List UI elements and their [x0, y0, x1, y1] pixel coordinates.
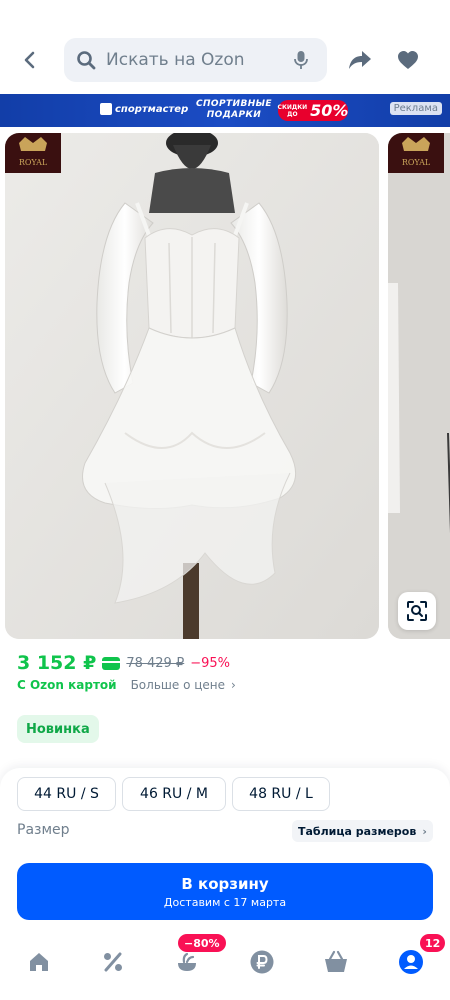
- search-input[interactable]: [106, 50, 286, 70]
- size-label: Размер: [17, 822, 70, 838]
- add-to-cart-button[interactable]: В корзину Доставим с 17 марта: [17, 863, 433, 920]
- search-icon: [77, 51, 96, 70]
- size-option-m[interactable]: 46 RU / M: [122, 777, 226, 811]
- chevron-right-icon: ›: [231, 678, 236, 692]
- ad-banner[interactable]: спортмастер СПОРТИВНЫЕ ПОДАРКИ СКИДКИ ДО…: [0, 94, 450, 127]
- nav-home[interactable]: [21, 944, 57, 980]
- top-header: [0, 0, 450, 94]
- new-badge: Новинка: [17, 715, 99, 743]
- visual-search-button[interactable]: [398, 592, 436, 630]
- nav-finance[interactable]: [244, 944, 280, 980]
- share-icon: [349, 51, 371, 69]
- brand-logo-text: ROYAL: [19, 158, 48, 167]
- percent-icon: [104, 952, 122, 972]
- banner-pill-caption: СКИДКИ ДО: [278, 104, 308, 118]
- bottom-nav: −80% 12: [0, 934, 450, 1000]
- product-photo-main[interactable]: ROYAL: [5, 133, 379, 639]
- cart-icon: [325, 950, 347, 972]
- back-button[interactable]: [14, 44, 46, 76]
- nav-promotions[interactable]: [95, 944, 131, 980]
- banner-pill-caption-line1: СКИДКИ: [277, 103, 308, 111]
- size-option-s[interactable]: 44 RU / S: [17, 777, 116, 811]
- more-price-link[interactable]: Больше о цене: [131, 678, 225, 692]
- fresh-discount-badge: −80%: [178, 934, 226, 952]
- brand-logo-text-next: ROYAL: [402, 158, 431, 167]
- banner-pill-value: 50%: [310, 101, 349, 120]
- old-price: 78 429 ₽: [126, 655, 185, 671]
- product-gallery[interactable]: ROYAL ROYAL: [0, 133, 450, 639]
- microphone-icon[interactable]: [293, 50, 309, 70]
- size-table-label: Таблица размеров: [298, 824, 417, 838]
- banner-headline-line1: СПОРТИВНЫЕ: [196, 99, 272, 109]
- price-row: 3 152 ₽ 78 429 ₽ −95%: [17, 650, 230, 676]
- home-icon: [30, 953, 48, 971]
- ad-label: Реклама: [389, 102, 442, 115]
- discount-percent: −95%: [190, 655, 231, 671]
- chevron-left-icon: [24, 51, 35, 69]
- current-price: 3 152 ₽: [17, 652, 97, 674]
- sizes-panel: 44 RU / S 46 RU / M 48 RU / L Размер Таб…: [0, 768, 450, 938]
- profile-notification-badge: 12: [420, 934, 446, 952]
- add-to-cart-label: В корзину: [181, 874, 269, 893]
- chevron-right-icon: ›: [422, 824, 427, 838]
- visual-search-icon: [407, 601, 427, 621]
- banner-discount-pill: СКИДКИ ДО 50%: [278, 100, 348, 121]
- fresh-icon: [178, 952, 196, 971]
- favorite-button[interactable]: [392, 44, 424, 76]
- size-table-button[interactable]: Таблица размеров ›: [292, 820, 433, 842]
- card-icon: [102, 656, 121, 670]
- banner-headline-line2: ПОДАРКИ: [206, 110, 262, 120]
- nav-cart[interactable]: [318, 944, 354, 980]
- dress-photo: ROYAL: [5, 133, 379, 639]
- size-option-l[interactable]: 48 RU / L: [232, 777, 330, 811]
- search-bar[interactable]: [64, 38, 327, 82]
- product-photo-next[interactable]: ROYAL: [388, 133, 450, 639]
- brand-logo-icon: [100, 103, 112, 115]
- ozon-card-label: С Ozon картой: [17, 678, 117, 692]
- banner-pill-caption-line2: ДО: [287, 110, 298, 118]
- dress-photo-next: ROYAL: [388, 133, 450, 639]
- delivery-date: Доставим с 17 марта: [163, 895, 287, 909]
- ozon-card-row: С Ozon картой Больше о цене ›: [17, 678, 236, 692]
- profile-icon: [399, 950, 423, 974]
- banner-headline: СПОРТИВНЫЕ ПОДАРКИ: [196, 99, 272, 121]
- banner-brand-label: спортмастер: [115, 103, 189, 115]
- heart-icon: [398, 51, 418, 69]
- share-button[interactable]: [344, 44, 376, 76]
- banner-brand: спортмастер: [100, 103, 188, 115]
- ruble-icon: [250, 950, 274, 974]
